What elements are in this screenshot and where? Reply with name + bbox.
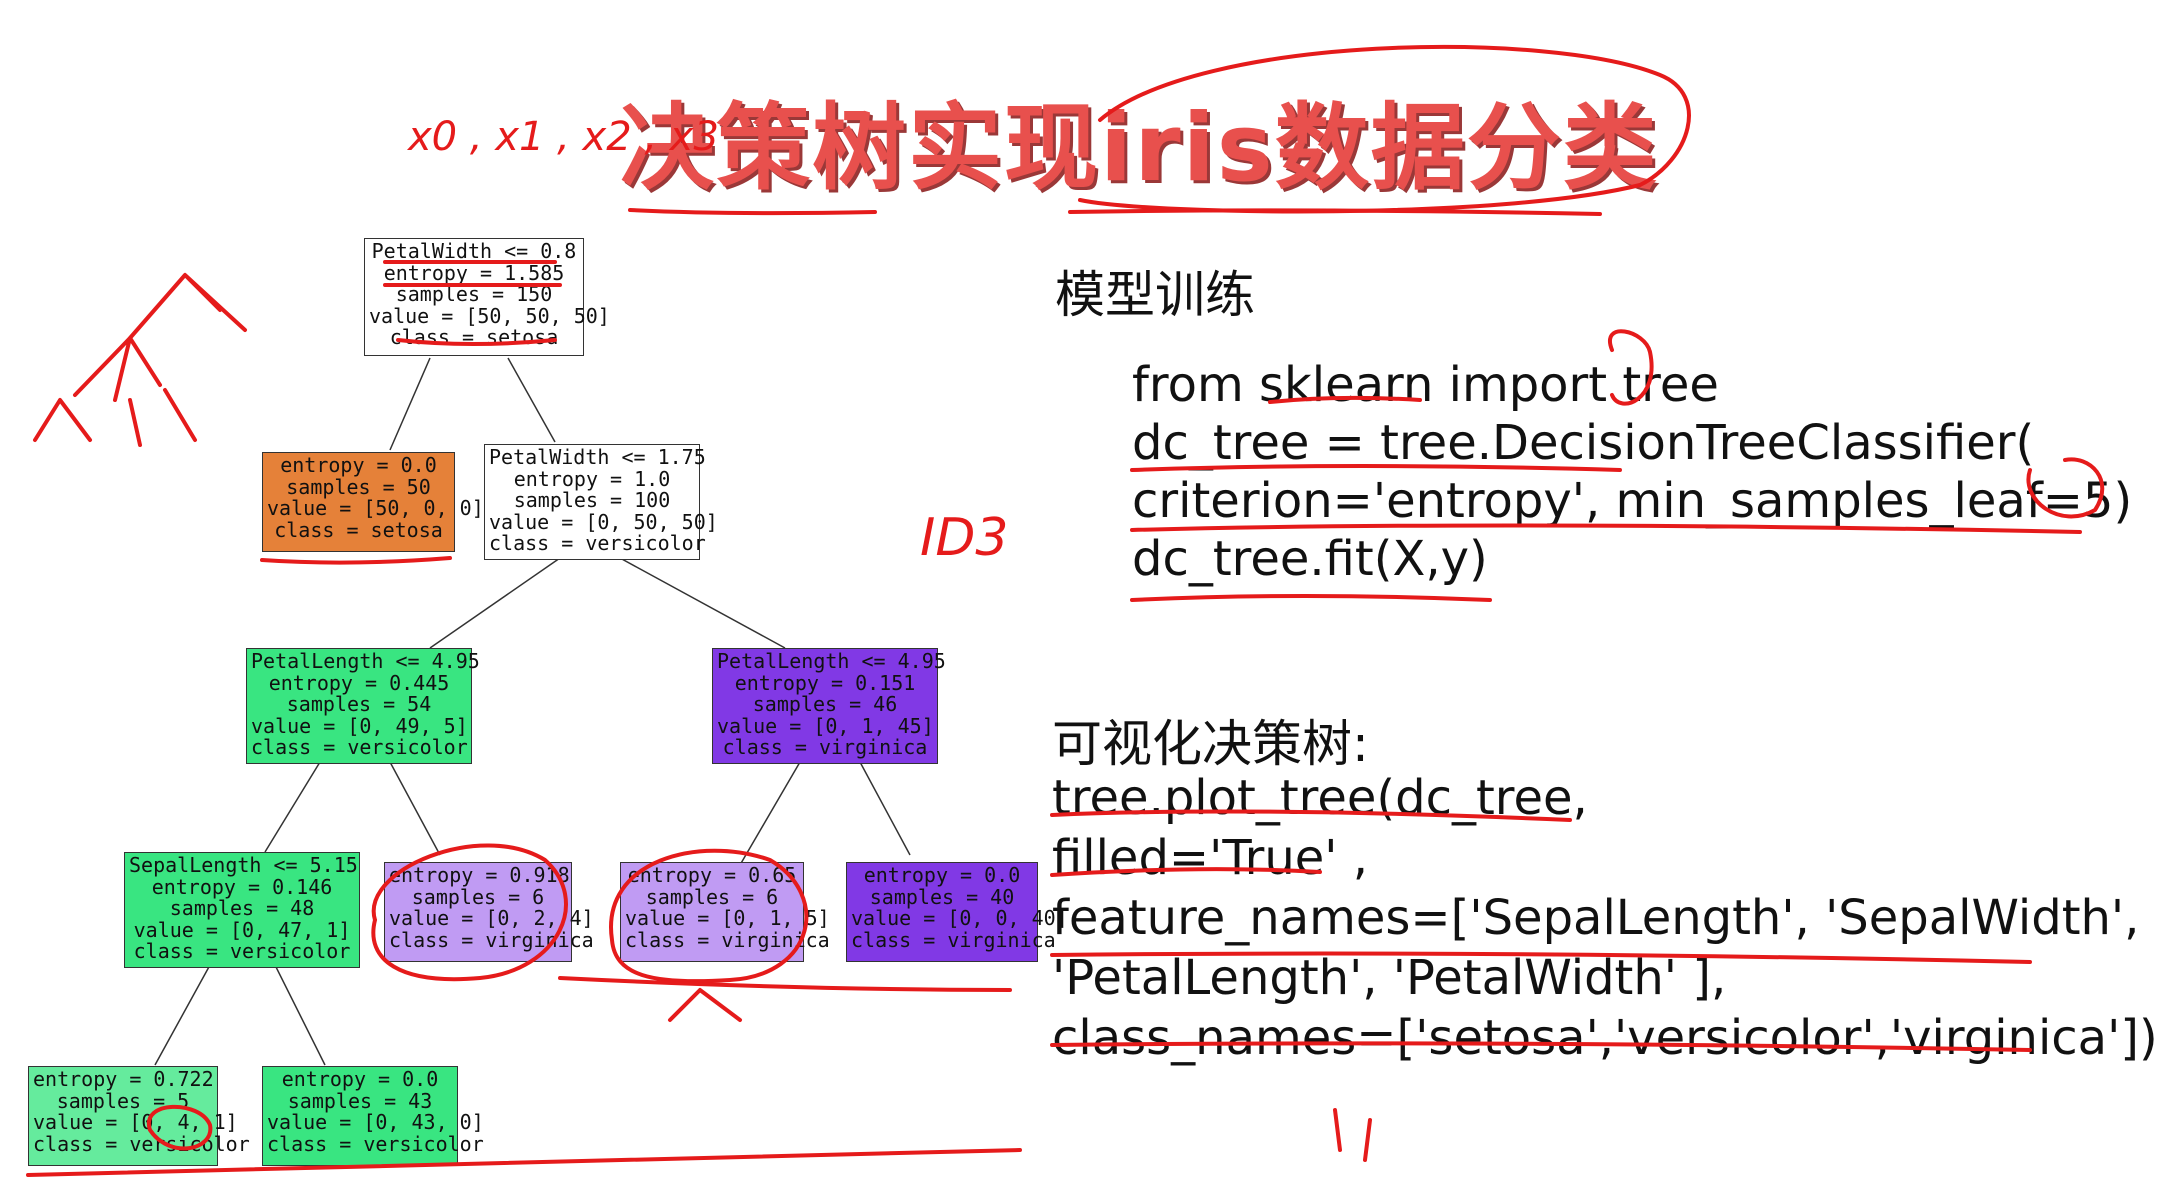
tree-node-leaf-0918: entropy = 0.918 samples = 6 value = [0, … [384,862,594,962]
tree-node-petalwidth-175: PetalWidth <= 1.75 entropy = 1.0 samples… [484,444,718,560]
node-line: PetalWidth <= 1.75 [489,445,706,469]
node-line: value = [0, 0, 40] [851,906,1068,930]
node-line: class = versicolor [251,735,468,759]
node-line: entropy = 0.65 [627,863,797,887]
tree-node-petallength-left: PetalLength <= 4.95 entropy = 0.445 samp… [246,648,480,764]
node-line: entropy = 1.585 [383,260,565,285]
code-line: criterion='entropy', min_samples_leaf=5) [1132,473,2133,529]
visualize-heading: 可视化决策树: [1052,715,1369,773]
node-line: entropy = 1.0 [513,466,671,491]
node-line: PetalLength <= 4.95 [251,649,480,673]
tree-node-leaf-065: entropy = 0.65 samples = 6 value = [0, 1… [620,862,830,962]
tree-node-leaf-versicolor-43: entropy = 0.0 samples = 43 value = [0, 4… [262,1066,484,1166]
node-line: class = setosa [389,325,559,349]
node-line: PetalWidth <= 0.8 [371,239,577,263]
setosa-underline [260,556,452,565]
node-line: value = [50, 50, 50] [369,303,610,328]
node-line: samples = 150 [395,282,553,306]
node-line: value = [0, 50, 50] [489,509,718,534]
hand-mark [1333,1108,1372,1162]
node-line: class = virginica [851,927,1056,952]
code-line: dc_tree.fit(X,y) [1132,531,1488,587]
node-line: entropy = 0.445 [268,670,450,695]
training-code: from sklearn import tree dc_tree = tree.… [1132,356,2132,588]
title-underline [1068,208,1602,216]
node-line: entropy = 0.146 [151,874,333,899]
node-line: class = versicolor [133,939,351,963]
node-line: samples = 40 [869,884,1015,909]
node-line: samples = 6 [645,884,779,909]
node-line: samples = 6 [411,884,545,909]
code-line: 'PetalLength', 'PetalWidth' ], [1052,950,1727,1006]
node-line: value = [0, 47, 1] [133,917,351,942]
hand-tree-sketch [33,388,197,447]
code-line: feature_names=['SepalLength', 'SepalWidt… [1052,890,2140,946]
tree-node-petallength-right: PetalLength <= 4.95 entropy = 0.151 samp… [712,648,946,764]
node-line: samples = 48 [169,896,315,920]
node-line: class = virginica [625,927,830,952]
tree-node-sepallength: SepalLength <= 5.15 entropy = 0.146 samp… [124,852,360,968]
visualize-code: tree.plot_tree(dc_tree, filled='True' , … [1052,768,2158,1068]
handwritten-id3: ID3 [920,508,1008,568]
hand-tree-sketch [73,273,247,402]
code-line: filled='True' , [1052,830,1368,886]
title-underline [628,208,877,216]
node-line: samples = 100 [513,488,671,512]
leaf-underline [558,976,1012,992]
node-line: value = [0, 49, 5] [251,713,468,738]
node-line: class = versicolor [33,1131,250,1156]
node-line: class = virginica [389,927,594,952]
hand-arrows [668,988,742,1022]
node-line: value = [0, 1, 45] [717,713,934,738]
node-line: SepalLength <= 5.15 [129,853,358,877]
node-line: value = [0, 1, 5] [625,906,830,930]
node-line: entropy = 0.0 [281,1067,439,1091]
code-line: from sklearn import tree [1132,357,1719,413]
node-line: samples = 43 [287,1088,433,1113]
node-line: entropy = 0.722 [33,1067,214,1091]
slide-title: 决策树实现iris数据分类 [620,94,1659,203]
tree-node-root: PetalWidth <= 0.8 entropy = 1.585 sample… [364,238,610,356]
node-line: class = versicolor [267,1131,484,1156]
node-line: value = [50, 0, 0] [267,496,484,520]
node-line: value = [0, 2, 4] [389,906,594,930]
fit-underline [1130,594,1492,602]
node-line: samples = 5 [56,1088,190,1113]
node-line: value = [0, 4, 1] [33,1110,238,1134]
node-line: entropy = 0.918 [389,863,570,887]
code-line: class_names=['setosa','versicolor','virg… [1052,1010,2158,1066]
node-line: class = setosa [274,517,443,542]
node-line: samples = 50 [286,474,431,499]
node-line: value = [0, 43, 0] [267,1110,484,1134]
tree-node-leaf-0722: entropy = 0.722 samples = 5 value = [0, … [28,1066,250,1166]
node-line: class = versicolor [489,531,706,555]
node-line: entropy = 0.0 [863,863,1021,887]
node-line: class = virginica [722,735,928,759]
node-line: samples = 46 [752,692,898,716]
code-line: tree.plot_tree(dc_tree, [1052,770,1588,826]
node-line: PetalLength <= 4.95 [717,649,946,673]
node-line: entropy = 0.151 [734,670,916,695]
tree-node-leaf-virginica-40: entropy = 0.0 samples = 40 value = [0, 0… [846,862,1068,962]
slide: 决策树实现iris数据分类 PetalWidth <= 0.8 entropy … [0,0,2163,1184]
node-line: samples = 54 [286,692,432,716]
code-line: dc_tree = tree.DecisionTreeClassifier( [1132,415,2035,471]
training-heading: 模型训练 [1055,266,1255,324]
node-line: entropy = 0.0 [280,453,437,477]
tree-node-setosa-leaf: entropy = 0.0 samples = 50 value = [50, … [262,452,484,552]
